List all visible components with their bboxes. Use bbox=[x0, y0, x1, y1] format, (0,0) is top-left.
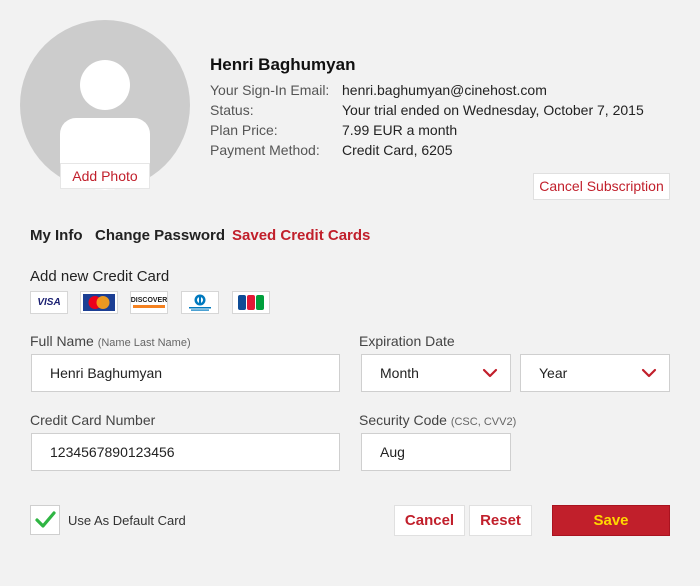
payment-label: Payment Method: bbox=[210, 142, 320, 158]
full-name-hint: (Name Last Name) bbox=[97, 337, 191, 349]
email-row: Your Sign-In Email: henri.baghumyan@cine… bbox=[210, 82, 547, 98]
reset-button[interactable]: Reset bbox=[469, 505, 532, 536]
tab-change-password[interactable]: Change Password bbox=[95, 227, 225, 244]
chevron-down-icon bbox=[482, 368, 498, 378]
full-name-value: Henri Baghumyan bbox=[50, 365, 163, 381]
chevron-down-icon bbox=[641, 368, 657, 378]
security-code-input[interactable]: Aug bbox=[361, 433, 511, 471]
discover-label: DISCOVER bbox=[130, 297, 168, 304]
diners-club-logo bbox=[189, 294, 211, 311]
full-name-input[interactable]: Henri Baghumyan bbox=[31, 354, 340, 392]
avatar-head bbox=[80, 60, 130, 110]
status-value: Your trial ended on Wednesday, October 7… bbox=[342, 102, 644, 118]
expiration-date-label: Expiration Date bbox=[359, 333, 455, 349]
mastercard-logo bbox=[83, 294, 115, 311]
payment-value: Credit Card, 6205 bbox=[342, 142, 453, 158]
jcb-logo bbox=[238, 295, 264, 310]
discover-stripe bbox=[133, 305, 165, 308]
card-number-value: 1234567890123456 bbox=[50, 444, 175, 460]
payment-row: Payment Method: Credit Card, 6205 bbox=[210, 142, 453, 158]
year-value: Year bbox=[539, 365, 568, 381]
diners-club-card-icon bbox=[181, 291, 219, 314]
security-code-hint: (CSC, CVV2) bbox=[450, 416, 517, 428]
cancel-button[interactable]: Cancel bbox=[394, 505, 465, 536]
cancel-subscription-button[interactable]: Cancel Subscription bbox=[533, 173, 670, 200]
status-row: Status: Your trial ended on Wednesday, O… bbox=[210, 102, 644, 118]
security-code-value: Aug bbox=[380, 444, 405, 460]
default-card-checkbox[interactable] bbox=[30, 505, 60, 535]
visa-label: VISA bbox=[37, 297, 61, 308]
status-label: Status: bbox=[210, 102, 254, 118]
plan-value: 7.99 EUR a month bbox=[342, 122, 458, 138]
jcb-card-icon bbox=[232, 291, 270, 314]
save-button[interactable]: Save bbox=[552, 505, 670, 536]
tab-my-info[interactable]: My Info bbox=[30, 227, 83, 244]
security-code-label-text: Security Code bbox=[359, 412, 447, 428]
default-card-label: Use As Default Card bbox=[68, 513, 186, 528]
full-name-label: Full Name (Name Last Name) bbox=[30, 333, 191, 349]
account-page: Add Photo Henri Baghumyan Your Sign-In E… bbox=[0, 0, 700, 586]
profile-name: Henri Baghumyan bbox=[210, 55, 356, 74]
mastercard-card-icon bbox=[80, 291, 118, 314]
card-number-label: Credit Card Number bbox=[30, 412, 156, 428]
tab-saved-credit-cards[interactable]: Saved Credit Cards bbox=[232, 227, 370, 244]
add-photo-button[interactable]: Add Photo bbox=[60, 163, 150, 189]
checkmark-icon bbox=[35, 511, 56, 528]
card-number-input[interactable]: 1234567890123456 bbox=[31, 433, 340, 471]
security-code-label: Security Code (CSC, CVV2) bbox=[359, 412, 516, 428]
month-value: Month bbox=[380, 365, 419, 381]
visa-card-icon: VISA bbox=[30, 291, 68, 314]
discover-card-icon: DISCOVER bbox=[130, 291, 168, 314]
expiration-year-select[interactable]: Year bbox=[520, 354, 670, 392]
email-label: Your Sign-In Email: bbox=[210, 82, 330, 98]
expiration-month-select[interactable]: Month bbox=[361, 354, 511, 392]
plan-label: Plan Price: bbox=[210, 122, 278, 138]
plan-row: Plan Price: 7.99 EUR a month bbox=[210, 122, 457, 138]
section-title: Add new Credit Card bbox=[30, 268, 170, 285]
email-value: henri.baghumyan@cinehost.com bbox=[342, 82, 547, 98]
full-name-label-text: Full Name bbox=[30, 333, 94, 349]
